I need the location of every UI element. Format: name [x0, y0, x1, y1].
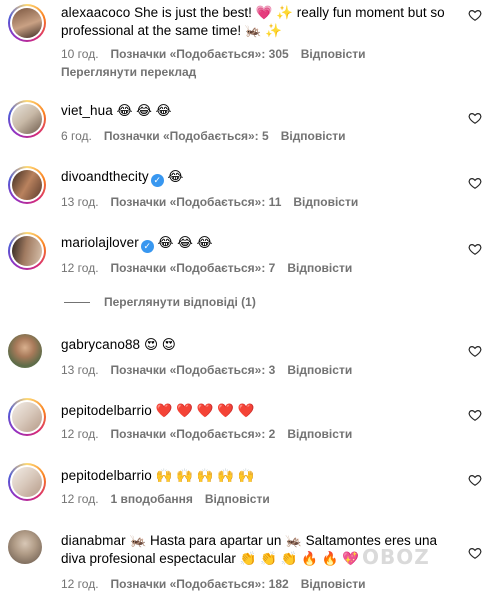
reply-button[interactable]: Відповісти [205, 492, 270, 506]
comment-text: 😂 [167, 169, 184, 184]
comment-meta: 10 год. Позначки «Подобається»: 305 Відпов… [61, 46, 378, 62]
avatar-story-ring[interactable] [8, 463, 46, 501]
verified-badge-icon: ✓ [140, 240, 154, 253]
heart-outline-icon[interactable] [468, 546, 482, 560]
avatar [12, 402, 42, 432]
view-translation-link[interactable]: Переглянути переклад [61, 65, 196, 79]
avatar-story-ring[interactable] [8, 398, 46, 436]
heart-outline-icon[interactable] [468, 473, 482, 487]
comment-time[interactable]: 6 год. [61, 129, 92, 143]
comment-text: 😂 😂 😂 [116, 103, 172, 118]
comment-username[interactable]: dianabmar [61, 533, 126, 548]
comment-username[interactable]: gabrycano88 [61, 337, 140, 352]
avatar [12, 104, 42, 134]
comment-likes[interactable]: Позначки «Подобається»: 3 [111, 363, 276, 377]
comment-likes[interactable]: Позначки «Подобається»: 2 [111, 427, 276, 441]
comment-time[interactable]: 12 год. [61, 492, 99, 506]
comment-time[interactable]: 10 год. [61, 47, 99, 61]
view-replies-link[interactable]: Переглянути відповіді (1) [104, 295, 256, 309]
heart-outline-icon[interactable] [468, 242, 482, 256]
avatar [8, 530, 42, 564]
avatar [12, 8, 42, 38]
reply-button[interactable]: Відповісти [301, 577, 366, 591]
reply-button[interactable]: Відповісти [287, 363, 352, 377]
comment-time[interactable]: 13 год. [61, 363, 99, 377]
avatar [8, 334, 42, 368]
avatar-frame[interactable] [8, 334, 46, 372]
comment-likes[interactable]: Позначки «Подобається»: 305 [111, 47, 289, 61]
reply-button[interactable]: Відповісти [293, 195, 358, 209]
avatar-story-ring[interactable] [8, 232, 46, 270]
comment-meta: 12 год. Позначки «Подобається»: 2 Відповіс… [61, 426, 364, 442]
avatar [12, 236, 42, 266]
comment-username[interactable]: alexaacoco [61, 5, 130, 20]
comment-meta: 12 год. 1 вподобання Відповісти [61, 491, 282, 507]
reply-button[interactable]: Відповісти [287, 427, 352, 441]
comment-time[interactable]: 12 год. [61, 261, 99, 275]
reply-button[interactable]: Відповісти [301, 47, 366, 61]
comment-time[interactable]: 12 год. [61, 577, 99, 591]
heart-outline-icon[interactable] [468, 111, 482, 125]
avatar [12, 467, 42, 497]
heart-outline-icon[interactable] [468, 408, 482, 422]
reply-button[interactable]: Відповісти [281, 129, 346, 143]
avatar-story-ring[interactable] [8, 100, 46, 138]
comment-likes[interactable]: Позначки «Подобається»: 7 [111, 261, 276, 275]
comment-text: 😍 😍 [143, 337, 176, 352]
comment-meta: 12 год. Позначки «Подобається»: 182 Відпов… [61, 576, 378, 591]
comment-username[interactable]: mariolajlover [61, 235, 139, 250]
replies-divider [64, 302, 90, 303]
watermark-logo: OBOZ [362, 545, 430, 569]
comment-time[interactable]: 13 год. [61, 195, 99, 209]
comment-likes[interactable]: Позначки «Подобається»: 11 [111, 195, 282, 209]
avatar-story-ring[interactable] [8, 166, 46, 204]
avatar-story-ring[interactable] [8, 4, 46, 42]
comment-text: ❤️ ❤️ ❤️ ❤️ ❤️ [155, 403, 255, 418]
heart-outline-icon[interactable] [468, 344, 482, 358]
comment-text: 🙌 🙌 🙌 🙌 🙌 [155, 468, 255, 483]
comment-meta: 12 год. Позначки «Подобається»: 7 Відповіс… [61, 260, 364, 276]
comment-username[interactable]: pepitodelbarrio [61, 468, 152, 483]
comment-likes[interactable]: 1 вподобання [111, 492, 193, 506]
heart-outline-icon[interactable] [468, 176, 482, 190]
comment-text: 😂 😂 😂 [157, 235, 213, 250]
heart-outline-icon[interactable] [468, 8, 482, 22]
comment-meta: 6 год. Позначки «Подобається»: 5 Відповіст… [61, 128, 358, 144]
avatar-frame[interactable] [8, 530, 46, 568]
avatar [12, 170, 42, 200]
comment-time[interactable]: 12 год. [61, 427, 99, 441]
comment-username[interactable]: divoandthecity [61, 169, 149, 184]
comment-username[interactable]: viet_hua [61, 103, 113, 118]
verified-badge-icon: ✓ [150, 174, 164, 187]
comment-username[interactable]: pepitodelbarrio [61, 403, 152, 418]
comment-likes[interactable]: Позначки «Подобається»: 182 [111, 577, 289, 591]
comment-likes[interactable]: Позначки «Подобається»: 5 [104, 129, 269, 143]
reply-button[interactable]: Відповісти [287, 261, 352, 275]
comment-meta: 13 год. Позначки «Подобається»: 11 Відпові… [61, 194, 370, 210]
comment-meta: 13 год. Позначки «Подобається»: 3 Відповіс… [61, 362, 364, 378]
